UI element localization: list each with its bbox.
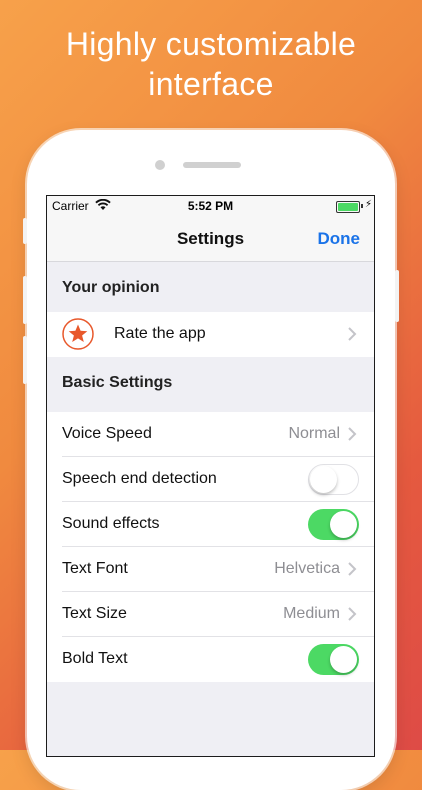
side-button-power <box>395 270 399 322</box>
chevron-right-icon <box>348 327 357 341</box>
side-button-volume-down <box>23 336 27 384</box>
chevron-right-icon <box>348 427 357 441</box>
row-value: Helvetica <box>274 560 340 577</box>
voice-speed-row[interactable]: Voice Speed Normal <box>47 412 374 457</box>
bold-text-row: Bold Text <box>47 637 374 682</box>
row-label: Sound effects <box>62 515 160 532</box>
row-label: Text Font <box>62 560 128 577</box>
section-title: Basic Settings <box>62 374 173 391</box>
section-title: Your opinion <box>62 279 160 296</box>
battery-tip <box>361 204 363 208</box>
section-header-your-opinion: Your opinion <box>47 262 374 312</box>
toggle-knob <box>310 466 337 493</box>
toggle-knob <box>330 511 357 538</box>
row-value: Normal <box>288 425 340 442</box>
navigation-bar: Settings Done <box>47 216 374 262</box>
rate-the-app-row[interactable]: Rate the app <box>47 312 374 357</box>
phone-screen: Carrier 5:52 PM ⚡ Settings Done Your opi… <box>46 195 375 757</box>
row-label: Rate the app <box>114 325 206 342</box>
sound-effects-toggle[interactable] <box>308 509 359 540</box>
chevron-right-icon <box>348 562 357 576</box>
battery-icon <box>336 201 360 213</box>
status-time: 5:52 PM <box>187 199 234 213</box>
section-header-basic-settings: Basic Settings <box>47 357 374 407</box>
headline-line-2: interface <box>148 66 274 102</box>
chevron-right-icon <box>348 607 357 621</box>
star-icon <box>62 318 94 350</box>
text-size-row[interactable]: Text Size Medium <box>47 592 374 637</box>
row-value: Medium <box>283 605 340 622</box>
charging-bolt-icon: ⚡ <box>364 199 372 210</box>
front-camera <box>155 160 165 170</box>
bold-text-toggle[interactable] <box>308 644 359 675</box>
row-label: Voice Speed <box>62 425 152 442</box>
row-label: Bold Text <box>62 650 128 667</box>
speech-end-detection-toggle[interactable] <box>308 464 359 495</box>
done-button[interactable]: Done <box>318 229 361 249</box>
sound-effects-row: Sound effects <box>47 502 374 547</box>
speech-end-detection-row: Speech end detection <box>47 457 374 502</box>
earpiece-speaker <box>183 162 241 168</box>
headline: Highly customizable interface <box>0 24 422 104</box>
text-font-row[interactable]: Text Font Helvetica <box>47 547 374 592</box>
side-button-volume-up <box>23 276 27 324</box>
toggle-knob <box>330 646 357 673</box>
row-label: Text Size <box>62 605 127 622</box>
side-button-mute <box>23 218 27 244</box>
status-bar: Carrier 5:52 PM ⚡ <box>47 196 374 216</box>
headline-line-1: Highly customizable <box>65 26 357 62</box>
row-label: Speech end detection <box>62 470 217 487</box>
